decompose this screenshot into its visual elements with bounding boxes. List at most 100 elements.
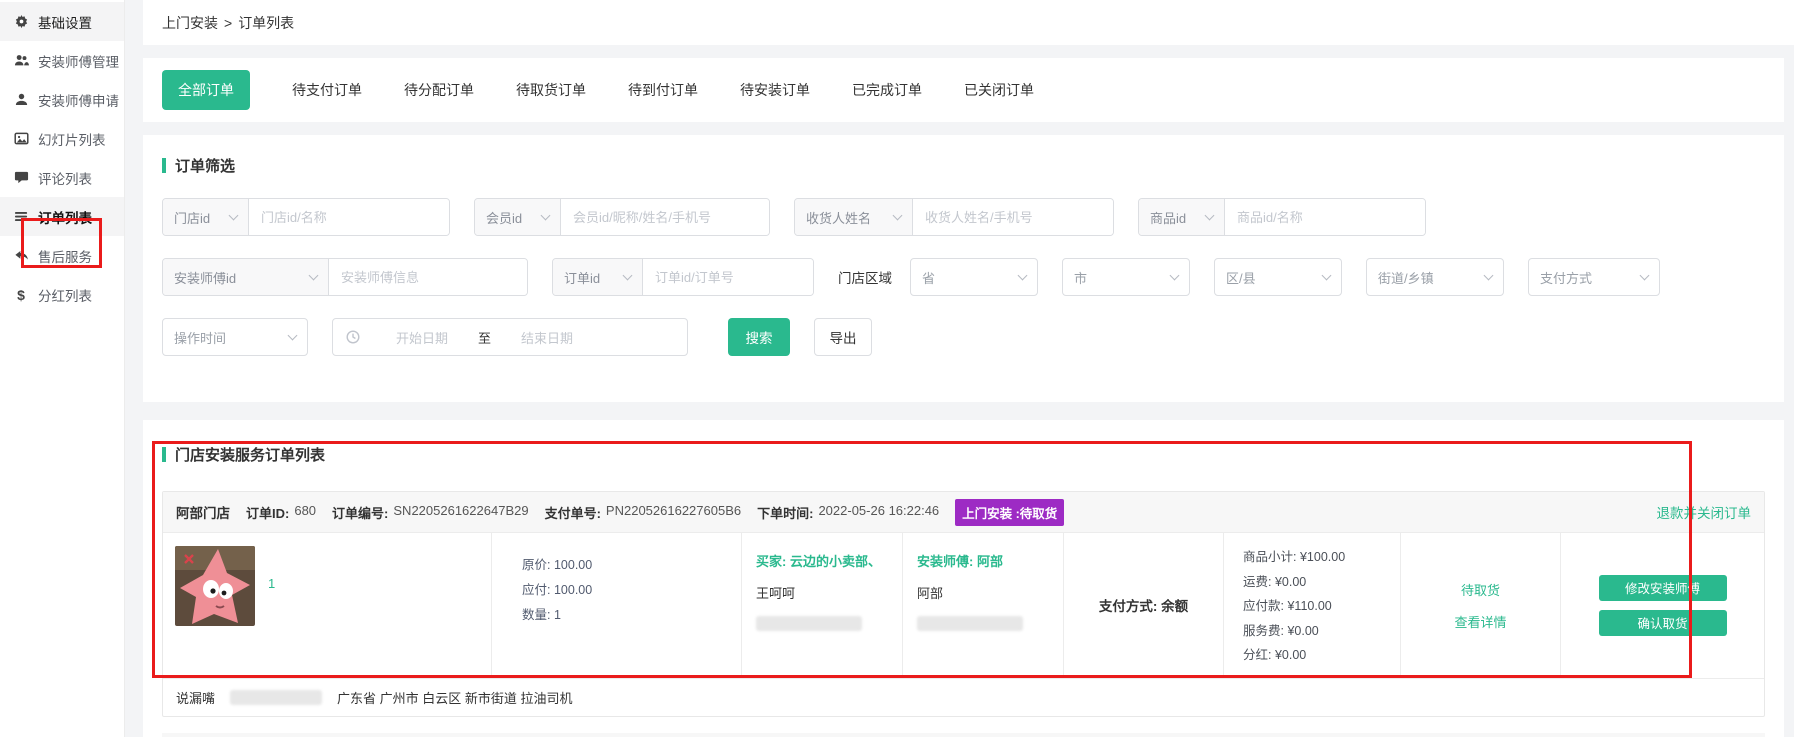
payment-method-value: 余额 bbox=[1161, 595, 1188, 615]
pay-no-label: 支付单号: bbox=[545, 503, 601, 522]
product-id-input[interactable] bbox=[1225, 199, 1425, 235]
next-order-card-stub bbox=[162, 733, 1765, 737]
order-no-field: 订单编号: SN2205261622647B29 bbox=[332, 503, 529, 522]
chevron-down-icon bbox=[1322, 270, 1332, 280]
shipping-line: 运费: ¥0.00 bbox=[1243, 570, 1400, 595]
order-no-value: SN2205261622647B29 bbox=[393, 503, 528, 522]
section-title-bar bbox=[162, 158, 166, 173]
payment-method-select[interactable]: 支付方式 bbox=[1528, 258, 1660, 296]
installer-info-input[interactable] bbox=[329, 259, 527, 295]
patrick-star-product-image[interactable] bbox=[175, 546, 255, 626]
pay-no-field: 支付单号: PN22052616227605B6 bbox=[545, 503, 742, 522]
member-id-select-label: 会员id bbox=[486, 208, 522, 227]
tab-completed[interactable]: 已完成订单 bbox=[852, 80, 922, 100]
order-card-header: 阿部门店 订单ID: 680 订单编号: SN2205261622647B29 … bbox=[163, 492, 1764, 532]
tab-pending-payment[interactable]: 待支付订单 bbox=[292, 80, 362, 100]
store-id-select[interactable]: 门店id bbox=[163, 199, 249, 235]
start-date-placeholder[interactable]: 开始日期 bbox=[396, 328, 448, 347]
sidebar-item-label: 分红列表 bbox=[38, 285, 92, 305]
product-id-select-label: 商品id bbox=[1150, 208, 1186, 227]
tab-pending-install[interactable]: 待安装订单 bbox=[740, 80, 810, 100]
modify-installer-button[interactable]: 修改安装师傅 bbox=[1599, 575, 1727, 601]
sidebar-item-label: 安装师傅申请 bbox=[38, 90, 119, 110]
city-select-label: 市 bbox=[1074, 268, 1087, 287]
breadcrumb-section[interactable]: 上门安装 bbox=[162, 13, 218, 33]
pending-pickup-status-link[interactable]: 待取货 bbox=[1461, 580, 1500, 599]
subtotal-line: 商品小计: ¥100.00 bbox=[1243, 545, 1400, 570]
chevron-down-icon bbox=[309, 270, 319, 280]
order-row: 1 原价: 100.00 应付: 100.00 数量: 1 买家: 云边的小卖部… bbox=[163, 532, 1764, 678]
installer-name: 阿部 bbox=[917, 583, 1063, 602]
confirm-pickup-button[interactable]: 确认取货 bbox=[1599, 610, 1727, 636]
order-filter-panel: 订单筛选 门店id 会员id bbox=[143, 135, 1784, 402]
breadcrumb-page: 订单列表 bbox=[238, 13, 294, 33]
street-select[interactable]: 街道/乡镇 bbox=[1366, 258, 1504, 296]
sidebar-item-installer-application[interactable]: 安装师傅申请 bbox=[0, 80, 124, 119]
date-range-picker[interactable]: 开始日期 至 结束日期 bbox=[332, 318, 688, 356]
sidebar-item-slides[interactable]: 幻灯片列表 bbox=[0, 119, 124, 158]
tab-pending-assignment[interactable]: 待分配订单 bbox=[404, 80, 474, 100]
sidebar-item-after-sale[interactable]: 售后服务 bbox=[0, 236, 124, 275]
installer-id-select[interactable]: 安装师傅id bbox=[163, 259, 329, 295]
sidebar: 基础设置 安装师傅管理 安装师傅申请 幻灯片列表 评论列表 bbox=[0, 0, 125, 737]
store-id-input[interactable] bbox=[249, 199, 449, 235]
consignee-name: 说漏嘴 bbox=[176, 688, 215, 707]
district-select[interactable]: 区/县 bbox=[1214, 258, 1342, 296]
filter-section-title: 订单筛选 bbox=[162, 155, 1765, 176]
users-icon bbox=[13, 53, 29, 69]
sidebar-item-comments[interactable]: 评论列表 bbox=[0, 158, 124, 197]
search-button[interactable]: 搜索 bbox=[728, 318, 790, 356]
chevron-down-icon bbox=[288, 330, 298, 340]
installer-heading: 安装师傅: 阿部 bbox=[917, 551, 1063, 570]
buyer-phone-redacted bbox=[756, 616, 862, 631]
sidebar-item-order-list[interactable]: 订单列表 bbox=[0, 197, 124, 236]
order-list-title-text: 门店安装服务订单列表 bbox=[175, 444, 325, 465]
product-id-filter-group: 商品id bbox=[1138, 198, 1426, 236]
tab-closed[interactable]: 已关闭订单 bbox=[964, 80, 1034, 100]
sidebar-item-dividend-list[interactable]: $ 分红列表 bbox=[0, 275, 124, 314]
buyer-heading: 买家: 云边的小卖部、 bbox=[756, 551, 902, 570]
order-list-section-title: 门店安装服务订单列表 bbox=[162, 444, 1765, 465]
view-details-link[interactable]: 查看详情 bbox=[1454, 612, 1506, 631]
consignee-select[interactable]: 收货人姓名 bbox=[795, 199, 913, 235]
street-select-label: 街道/乡镇 bbox=[1378, 268, 1434, 287]
slides-icon bbox=[13, 131, 29, 147]
clock-icon bbox=[346, 330, 360, 344]
order-time-label: 下单时间: bbox=[757, 503, 813, 522]
chevron-down-icon bbox=[229, 210, 239, 220]
order-id-select[interactable]: 订单id bbox=[553, 259, 643, 295]
sidebar-item-label: 安装师傅管理 bbox=[38, 51, 119, 71]
status-cell: 待取货 查看详情 bbox=[1400, 533, 1560, 678]
installer-cell: 安装师傅: 阿部 阿部 bbox=[902, 533, 1063, 678]
refund-close-order-link[interactable]: 退款并关闭订单 bbox=[1657, 502, 1752, 522]
operate-time-select[interactable]: 操作时间 bbox=[162, 318, 308, 356]
province-select[interactable]: 省 bbox=[910, 258, 1038, 296]
end-date-placeholder[interactable]: 结束日期 bbox=[521, 328, 573, 347]
tab-pending-pickup[interactable]: 待取货订单 bbox=[516, 80, 586, 100]
chevron-down-icon bbox=[1640, 270, 1650, 280]
original-price-line: 原价: 100.00 bbox=[522, 553, 741, 578]
tab-pending-cod[interactable]: 待到付订单 bbox=[628, 80, 698, 100]
filter-row-1: 门店id 会员id 收货人姓名 bbox=[162, 198, 1765, 236]
status-badge: 上门安装 :待取货 bbox=[955, 499, 1064, 526]
sidebar-item-label: 售后服务 bbox=[38, 246, 92, 266]
installer-id-select-label: 安装师傅id bbox=[174, 268, 236, 287]
export-button[interactable]: 导出 bbox=[814, 318, 872, 356]
tab-all-orders[interactable]: 全部订单 bbox=[162, 70, 250, 110]
quantity-line: 数量: 1 bbox=[522, 603, 741, 628]
installer-phone-redacted bbox=[917, 616, 1023, 631]
member-id-select[interactable]: 会员id bbox=[475, 199, 561, 235]
sidebar-item-installer-management[interactable]: 安装师傅管理 bbox=[0, 41, 124, 80]
admin-order-list-screen: 基础设置 安装师傅管理 安装师傅申请 幻灯片列表 评论列表 bbox=[0, 0, 1794, 737]
city-select[interactable]: 市 bbox=[1062, 258, 1190, 296]
consignee-input[interactable] bbox=[913, 199, 1113, 235]
chevron-down-icon bbox=[893, 210, 903, 220]
product-id-select[interactable]: 商品id bbox=[1139, 199, 1225, 235]
sidebar-item-basic-settings[interactable]: 基础设置 bbox=[0, 2, 124, 41]
buyer-cell: 买家: 云边的小卖部、 王呵呵 bbox=[741, 533, 902, 678]
order-id-input[interactable] bbox=[643, 259, 813, 295]
member-id-input[interactable] bbox=[561, 199, 769, 235]
order-id-label: 订单ID: bbox=[246, 503, 289, 522]
payment-method-label: 支付方式: bbox=[1099, 595, 1158, 615]
list-icon bbox=[13, 209, 29, 225]
